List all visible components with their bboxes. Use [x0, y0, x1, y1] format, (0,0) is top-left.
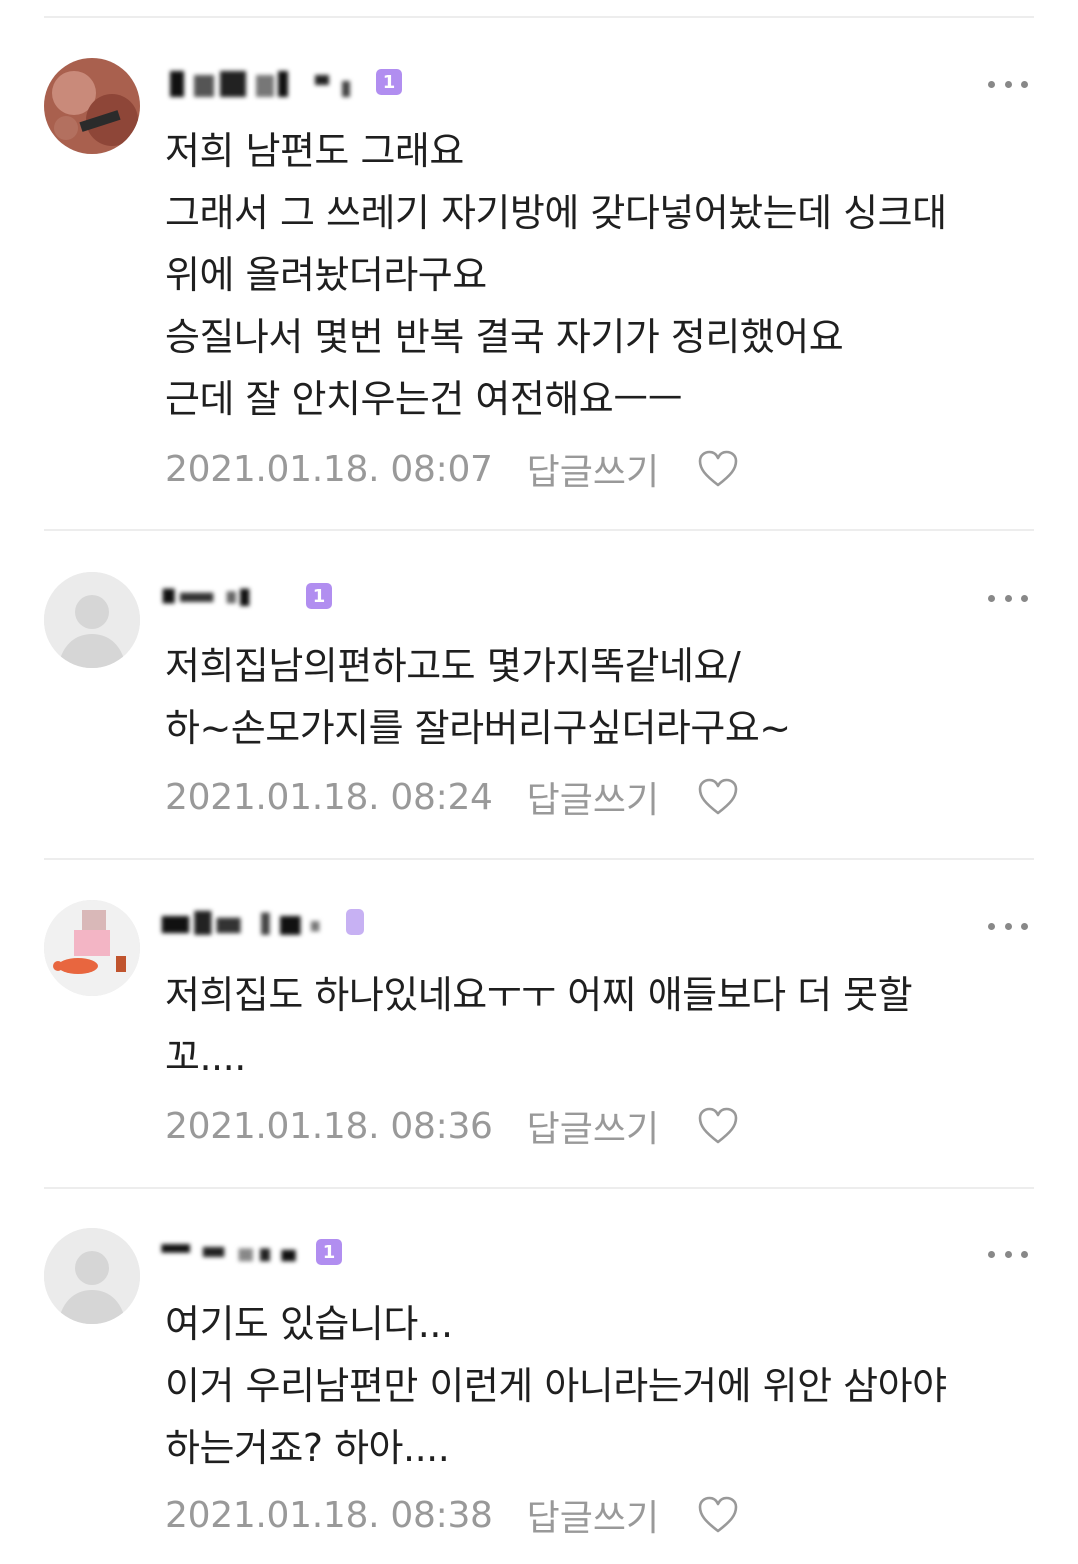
default-profile-icon [44, 1228, 140, 1324]
blurred-nickname [161, 910, 320, 935]
comment-date: 2021.01.18. 08:24 [165, 776, 493, 818]
comment-text: 저희 남편도 그래요 그래서 그 쓰레기 자기방에 갖다넣어놨는데 싱크대 위에… [165, 129, 947, 421]
more-dots-icon [988, 80, 995, 88]
default-profile-icon [44, 572, 140, 668]
level-badge: 1 [316, 1239, 342, 1265]
blurred-nickname [170, 71, 350, 97]
level-badge [346, 909, 364, 935]
more-options-button[interactable] [988, 588, 1028, 608]
more-options-button[interactable] [988, 916, 1028, 936]
blurred-nickname [162, 588, 250, 606]
nickname[interactable]: 1 [160, 1232, 342, 1272]
more-options-button[interactable] [988, 1244, 1028, 1264]
comment-meta: 2021.01.18. 08:07 답글쓰기 [165, 444, 739, 494]
reply-button[interactable]: 답글쓰기 [527, 1489, 659, 1541]
heart-outline-icon[interactable] [697, 1106, 739, 1146]
more-dots-icon [988, 594, 995, 602]
nickname[interactable] [160, 902, 364, 942]
more-dots-icon [988, 922, 995, 930]
top-divider [44, 16, 1034, 18]
comment-date: 2021.01.18. 08:36 [165, 1105, 493, 1147]
blurred-nickname [161, 1244, 296, 1262]
more-dots-icon [988, 1250, 995, 1258]
reply-button[interactable]: 답글쓰기 [527, 771, 659, 823]
comment-meta: 2021.01.18. 08:24 답글쓰기 [165, 772, 739, 822]
comment-text: 저희집도 하나있네요ㅜㅜ 어찌 애들보다 더 못할 꼬.... [165, 973, 913, 1079]
comment-date: 2021.01.18. 08:07 [165, 448, 493, 490]
comment-text: 여기도 있습니다... 이거 우리남편만 이런게 아니라는거에 위안 삼아야 하… [165, 1302, 947, 1470]
comment-divider [44, 1187, 1034, 1189]
reply-button[interactable]: 답글쓰기 [527, 1100, 659, 1152]
comment-meta: 2021.01.18. 08:38 답글쓰기 [165, 1490, 739, 1540]
level-badge: 1 [376, 69, 402, 95]
heart-outline-icon[interactable] [697, 449, 739, 489]
comment-divider [44, 529, 1034, 531]
more-options-button[interactable] [988, 74, 1028, 94]
comment-divider [44, 858, 1034, 860]
reply-button[interactable]: 답글쓰기 [527, 443, 659, 495]
comment-meta: 2021.01.18. 08:36 답글쓰기 [165, 1101, 739, 1151]
heart-outline-icon[interactable] [697, 1495, 739, 1535]
avatar[interactable] [44, 572, 140, 668]
nickname[interactable]: 1 [160, 62, 402, 102]
nickname[interactable]: 1 [160, 576, 332, 616]
heart-outline-icon[interactable] [697, 777, 739, 817]
avatar[interactable] [44, 58, 140, 154]
avatar[interactable] [44, 900, 140, 996]
level-badge: 1 [306, 583, 332, 609]
avatar[interactable] [44, 1228, 140, 1324]
comment-text: 저희집남의편하고도 몇가지똑같네요/ 하~손모가지를 잘라버리구싶더라구요~ [165, 644, 791, 750]
comment-date: 2021.01.18. 08:38 [165, 1494, 493, 1536]
